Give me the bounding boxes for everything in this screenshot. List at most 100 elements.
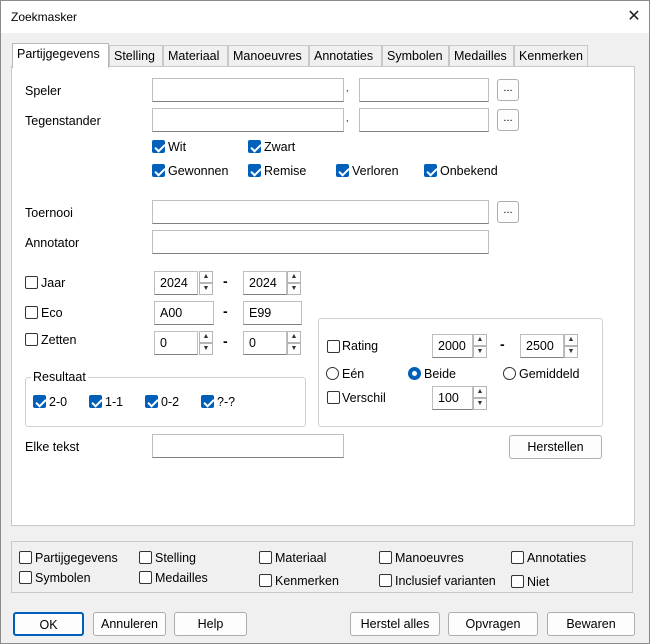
verschil-checkbox[interactable]: [327, 391, 340, 404]
speler-input-1[interactable]: [152, 78, 344, 102]
toernooi-browse-button[interactable]: ...: [497, 201, 519, 223]
stelling-checkbox[interactable]: [139, 551, 152, 564]
jaar-to-spinner[interactable]: ▲ ▼: [287, 271, 301, 295]
jaar-from-input[interactable]: 2024: [154, 271, 198, 295]
tegenstander-input-2[interactable]: [359, 108, 489, 132]
verschil-input[interactable]: 100: [432, 386, 473, 410]
stelling-label: Stelling: [155, 551, 196, 565]
elke-tekst-input[interactable]: [152, 434, 344, 458]
speler-label: Speler: [25, 84, 62, 98]
tab-partijgegevens[interactable]: Partijgegevens: [12, 43, 109, 68]
verloren-checkbox[interactable]: [336, 164, 349, 177]
eco-checkbox[interactable]: [25, 306, 38, 319]
ok-button[interactable]: OK: [13, 612, 84, 636]
jaar-checkbox[interactable]: [25, 276, 38, 289]
verloren-label: Verloren: [352, 164, 399, 178]
spin-down-icon[interactable]: ▼: [564, 346, 578, 358]
spin-down-icon[interactable]: ▼: [287, 283, 301, 295]
beide-radio[interactable]: [408, 367, 421, 380]
rating-to-spinner[interactable]: ▲ ▼: [564, 334, 578, 358]
result-1-1-checkbox[interactable]: [89, 395, 102, 408]
een-label: Eén: [342, 367, 365, 381]
spin-up-icon[interactable]: ▲: [473, 334, 487, 346]
onbekend-checkbox[interactable]: [424, 164, 437, 177]
zetten-from-spinner[interactable]: ▲ ▼: [199, 331, 213, 355]
zwart-checkbox[interactable]: [248, 140, 261, 153]
spin-up-icon[interactable]: ▲: [287, 331, 301, 343]
spin-up-icon[interactable]: ▲: [287, 271, 301, 283]
help-button[interactable]: Help: [174, 612, 247, 636]
comma-separator: ,: [346, 113, 349, 123]
resultaat-title: Resultaat: [31, 370, 88, 384]
wit-checkbox[interactable]: [152, 140, 165, 153]
tab-symbolen[interactable]: Symbolen: [382, 45, 449, 67]
rating-from-spinner[interactable]: ▲ ▼: [473, 334, 487, 358]
eco-to-input[interactable]: E99: [243, 301, 302, 325]
jaar-to-input[interactable]: 2024: [243, 271, 287, 295]
tab-manoeuvres[interactable]: Manoeuvres: [228, 45, 309, 67]
result-unknown-checkbox[interactable]: [201, 395, 214, 408]
inclusief-varianten-checkbox[interactable]: [379, 574, 392, 587]
spin-up-icon[interactable]: ▲: [199, 271, 213, 283]
rating-checkbox[interactable]: [327, 340, 340, 353]
spin-down-icon[interactable]: ▼: [473, 398, 487, 410]
annotator-input[interactable]: [152, 230, 489, 254]
kenmerken-checkbox[interactable]: [259, 574, 272, 587]
niet-checkbox[interactable]: [511, 575, 524, 588]
wit-label: Wit: [168, 140, 187, 154]
een-radio[interactable]: [326, 367, 339, 380]
spin-down-icon[interactable]: ▼: [287, 343, 301, 355]
speler-input-2[interactable]: [359, 78, 489, 102]
jaar-from-spinner[interactable]: ▲ ▼: [199, 271, 213, 295]
tegenstander-input-1[interactable]: [152, 108, 344, 132]
rating-label: Rating: [342, 339, 379, 353]
spin-up-icon[interactable]: ▲: [473, 386, 487, 398]
tab-materiaal[interactable]: Materiaal: [163, 45, 228, 67]
annuleren-button[interactable]: Annuleren: [93, 612, 166, 636]
partijgegevens-label: Partijgegevens: [35, 551, 118, 565]
bewaren-button[interactable]: Bewaren: [547, 612, 635, 636]
partijgegevens-checkbox[interactable]: [19, 551, 32, 564]
toernooi-input[interactable]: [152, 200, 489, 224]
rating-from-input[interactable]: 2000: [432, 334, 473, 358]
spin-up-icon[interactable]: ▲: [564, 334, 578, 346]
tegenstander-browse-button[interactable]: ...: [497, 109, 519, 131]
zetten-label: Zetten: [41, 333, 77, 347]
tab-kenmerken[interactable]: Kenmerken: [514, 45, 588, 67]
tab-medailles[interactable]: Medailles: [449, 45, 514, 67]
niet-label: Niet: [527, 575, 550, 589]
manoeuvres-checkbox[interactable]: [379, 551, 392, 564]
tab-annotaties[interactable]: Annotaties: [309, 45, 382, 67]
manoeuvres-label: Manoeuvres: [395, 551, 464, 565]
close-icon[interactable]: ✕: [621, 4, 647, 28]
materiaal-label: Materiaal: [275, 551, 327, 565]
medailles-checkbox[interactable]: [139, 571, 152, 584]
symbolen-checkbox[interactable]: [19, 571, 32, 584]
tab-stelling[interactable]: Stelling: [109, 45, 163, 67]
result-0-2-label: 0-2: [161, 395, 180, 409]
result-0-2-checkbox[interactable]: [145, 395, 158, 408]
zetten-to-spinner[interactable]: ▲ ▼: [287, 331, 301, 355]
annotaties-checkbox[interactable]: [511, 551, 524, 564]
inclusief-varianten-label: Inclusief varianten: [395, 574, 496, 588]
eco-from-input[interactable]: A00: [154, 301, 214, 325]
herstel-alles-button[interactable]: Herstel alles: [350, 612, 440, 636]
materiaal-checkbox[interactable]: [259, 551, 272, 564]
zetten-checkbox[interactable]: [25, 333, 38, 346]
gemiddeld-radio[interactable]: [503, 367, 516, 380]
verschil-spinner[interactable]: ▲ ▼: [473, 386, 487, 410]
spin-up-icon[interactable]: ▲: [199, 331, 213, 343]
spin-down-icon[interactable]: ▼: [473, 346, 487, 358]
rating-to-input[interactable]: 2500: [520, 334, 564, 358]
opvragen-button[interactable]: Opvragen: [448, 612, 538, 636]
range-dash: -: [223, 303, 228, 319]
gewonnen-checkbox[interactable]: [152, 164, 165, 177]
speler-browse-button[interactable]: ...: [497, 79, 519, 101]
herstellen-button[interactable]: Herstellen: [509, 435, 602, 459]
spin-down-icon[interactable]: ▼: [199, 283, 213, 295]
result-2-0-checkbox[interactable]: [33, 395, 46, 408]
remise-checkbox[interactable]: [248, 164, 261, 177]
zetten-from-input[interactable]: 0: [154, 331, 198, 355]
zetten-to-input[interactable]: 0: [243, 331, 287, 355]
spin-down-icon[interactable]: ▼: [199, 343, 213, 355]
